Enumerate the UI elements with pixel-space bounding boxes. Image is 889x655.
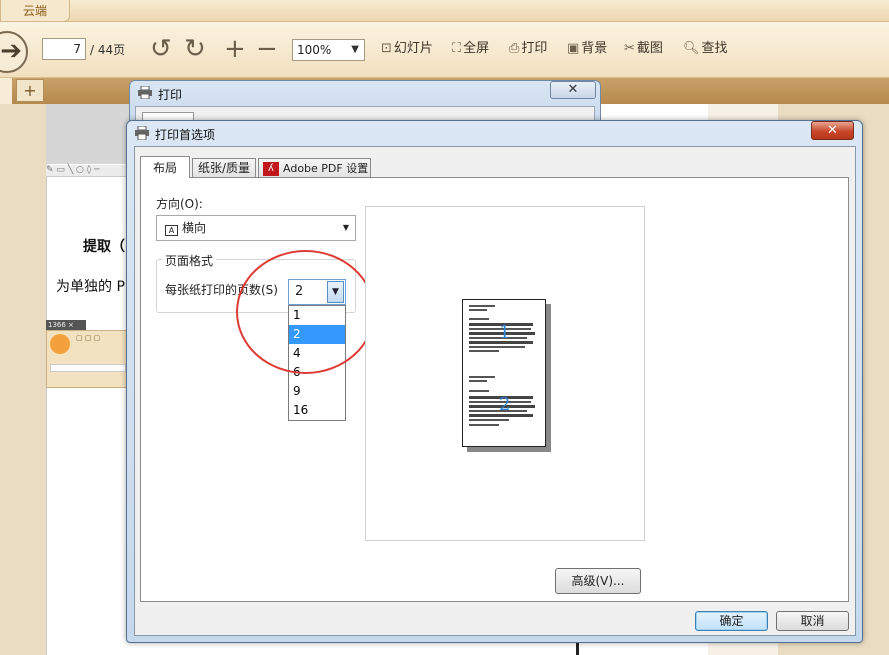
zoom-out-icon[interactable]: − <box>256 36 278 62</box>
slideshow-button[interactable]: ⊡ 幻灯片 <box>381 36 433 62</box>
page-number-input[interactable]: 7 <box>42 38 86 60</box>
app-tab-cloud[interactable]: 云端 <box>0 0 70 22</box>
thumb-size-label: 1366 × 736 <box>46 320 86 339</box>
search-button[interactable]: 🔍︎ 查找 <box>683 36 728 62</box>
preferences-dialog-title: 打印首选项 <box>155 128 216 142</box>
print-toolbar-button[interactable]: ⎙ 打印 <box>509 36 547 62</box>
embedded-toolbar-icons: ▢ ▢ ▢ <box>76 334 101 342</box>
rotate-right-icon[interactable]: ↻ <box>184 36 206 62</box>
print-label: 打印 <box>521 41 548 56</box>
zoom-value: 100% <box>297 43 332 57</box>
print-dialog-title: 打印 <box>158 88 183 102</box>
screenshot-button[interactable]: ✂ 截图 <box>624 36 663 62</box>
cancel-button[interactable]: 取消 <box>776 611 849 631</box>
tab-layout[interactable]: 布局 <box>140 156 190 178</box>
tab-adobe-pdf-settings[interactable]: ʎ Adobe PDF 设置 <box>258 158 371 178</box>
tab-paper-quality[interactable]: 纸张/质量 <box>192 158 256 178</box>
background-label: 背景 <box>581 41 608 56</box>
doc-body-text: 为单独的 PI <box>56 279 130 295</box>
background-button[interactable]: ▣ 背景 <box>567 36 607 62</box>
preview-page-number: 2 <box>499 394 511 415</box>
chevron-down-icon: ▼ <box>342 223 349 232</box>
dropdown-option[interactable]: 16 <box>289 401 345 420</box>
reader-toolbar <box>0 22 889 78</box>
doc-heading: 提取（ <box>83 239 125 255</box>
orientation-value: 横向 <box>182 221 207 235</box>
printer-icon <box>138 86 152 99</box>
zoom-in-icon[interactable]: + <box>224 36 246 62</box>
embedded-toolbar-image: ✎ ▭ ╲ ○ ◊ ─ <box>46 165 130 177</box>
fullscreen-label: 全屏 <box>463 41 490 56</box>
chevron-down-icon: ▼ <box>351 44 359 55</box>
print-dialog-close-button[interactable]: ✕ <box>550 81 596 99</box>
search-label: 查找 <box>701 41 728 56</box>
page-format-legend: 页面格式 <box>162 252 217 269</box>
preferences-close-button[interactable]: ✕ <box>811 121 854 140</box>
background-icon: ▣ <box>567 41 580 56</box>
slideshow-label: 幻灯片 <box>393 41 433 56</box>
page-total-label: / 44页 <box>90 43 126 57</box>
page-image-strip <box>46 104 136 164</box>
app-tab-bar <box>0 0 889 22</box>
orientation-select[interactable]: A 横向 ▼ <box>156 215 356 241</box>
preview-page-number: 1 <box>499 322 511 343</box>
embedded-input-row <box>50 364 126 372</box>
zoom-select[interactable]: 100% ▼ <box>292 39 365 61</box>
tab-adobe-label: Adobe PDF 设置 <box>283 162 369 175</box>
scissors-icon: ✂ <box>624 41 635 56</box>
advanced-button[interactable]: 高级(V)... <box>555 568 641 594</box>
preview-page: 1 2 <box>462 299 546 447</box>
embedded-logo-icon <box>50 334 70 354</box>
document-tab[interactable] <box>0 78 12 104</box>
landscape-icon: A <box>165 225 178 236</box>
rotate-left-icon[interactable]: ↺ <box>150 36 172 62</box>
add-tab-button[interactable]: + <box>16 79 44 102</box>
dropdown-option[interactable]: 9 <box>289 382 345 401</box>
search-icon: 🔍︎ <box>683 41 700 56</box>
ok-button[interactable]: 确定 <box>695 611 768 631</box>
printer-icon <box>135 126 149 140</box>
fullscreen-button[interactable]: ⛶ 全屏 <box>452 36 489 62</box>
screenshot-label: 截图 <box>636 41 663 56</box>
orientation-label: 方向(O): <box>156 197 203 211</box>
printer-icon: ⎙ <box>509 41 520 56</box>
annotation-circle <box>236 250 375 374</box>
fullscreen-icon: ⛶ <box>452 41 462 56</box>
slideshow-icon: ⊡ <box>381 41 392 56</box>
adobe-pdf-icon: ʎ <box>263 162 279 176</box>
